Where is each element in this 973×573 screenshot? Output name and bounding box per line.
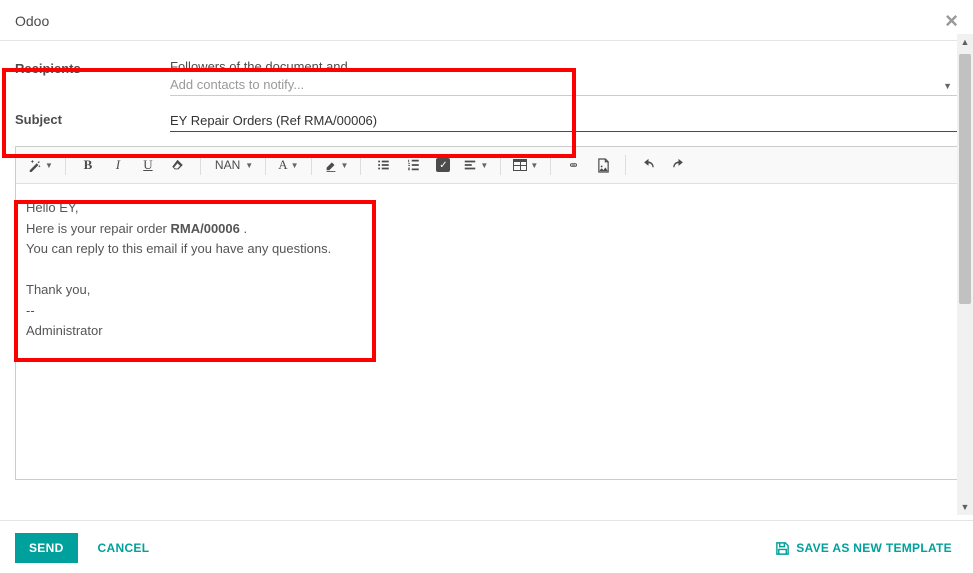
font-color-icon[interactable]: A▼ (274, 153, 302, 177)
font-family-select[interactable]: NAN ▼ (209, 153, 257, 177)
eraser-icon[interactable] (164, 153, 192, 177)
contacts-input[interactable] (170, 74, 958, 96)
body-sig-dash: -- (26, 301, 947, 321)
separator (265, 155, 266, 175)
subject-label: Subject (15, 110, 170, 132)
scrollbar[interactable]: ▲ ▼ (957, 34, 973, 515)
editor: ▼ B I U NAN ▼ A▼ (15, 146, 958, 480)
ordered-list-icon[interactable] (399, 153, 427, 177)
body-order-line: Here is your repair order RMA/00006 . (26, 219, 947, 239)
separator (500, 155, 501, 175)
unordered-list-icon[interactable] (369, 153, 397, 177)
recipients-row: Recipients Followers of the document and… (15, 59, 958, 96)
separator (360, 155, 361, 175)
subject-input[interactable] (170, 110, 958, 132)
recipients-field: Followers of the document and ▼ (170, 59, 958, 96)
magic-icon[interactable]: ▼ (24, 153, 57, 177)
subject-row: Subject (15, 110, 958, 132)
editor-toolbar: ▼ B I U NAN ▼ A▼ (16, 147, 957, 184)
separator (550, 155, 551, 175)
save-template-button[interactable]: SAVE AS NEW TEMPLATE (769, 540, 958, 557)
highlight-icon[interactable]: ▼ (320, 153, 353, 177)
separator (311, 155, 312, 175)
undo-icon[interactable] (634, 153, 662, 177)
checklist-icon[interactable]: ✓ (429, 153, 457, 177)
table-icon[interactable]: ▼ (509, 153, 542, 177)
close-icon[interactable]: × (945, 10, 958, 32)
link-icon[interactable] (559, 153, 587, 177)
bold-icon[interactable]: B (74, 153, 102, 177)
scroll-up-icon[interactable]: ▲ (957, 34, 973, 50)
modal-body: Recipients Followers of the document and… (0, 41, 973, 520)
scroll-down-icon[interactable]: ▼ (957, 499, 973, 515)
body-sig-name: Administrator (26, 321, 947, 341)
modal-title: Odoo (15, 13, 49, 29)
redo-icon[interactable] (664, 153, 692, 177)
underline-icon[interactable]: U (134, 153, 162, 177)
separator (65, 155, 66, 175)
chevron-down-icon[interactable]: ▼ (943, 81, 952, 91)
italic-icon[interactable]: I (104, 153, 132, 177)
modal-footer: SEND CANCEL SAVE AS NEW TEMPLATE (0, 520, 973, 573)
body-greeting: Hello EY, (26, 198, 947, 218)
followers-text: Followers of the document and (170, 59, 958, 74)
body-reply-line: You can reply to this email if you have … (26, 239, 947, 259)
send-button[interactable]: SEND (15, 533, 78, 563)
scrollbar-thumb[interactable] (959, 54, 971, 304)
file-icon[interactable] (589, 153, 617, 177)
subject-field (170, 110, 958, 132)
align-icon[interactable]: ▼ (459, 153, 492, 177)
modal-header: Odoo × (0, 0, 973, 41)
separator (625, 155, 626, 175)
cancel-button[interactable]: CANCEL (92, 540, 156, 556)
recipients-label: Recipients (15, 59, 170, 96)
body-order-ref: RMA/00006 (171, 221, 240, 236)
save-icon (775, 541, 790, 556)
separator (200, 155, 201, 175)
compose-email-modal: Odoo × Recipients Followers of the docum… (0, 0, 973, 573)
editor-body[interactable]: Hello EY, Here is your repair order RMA/… (16, 184, 957, 479)
body-thanks: Thank you, (26, 280, 947, 300)
